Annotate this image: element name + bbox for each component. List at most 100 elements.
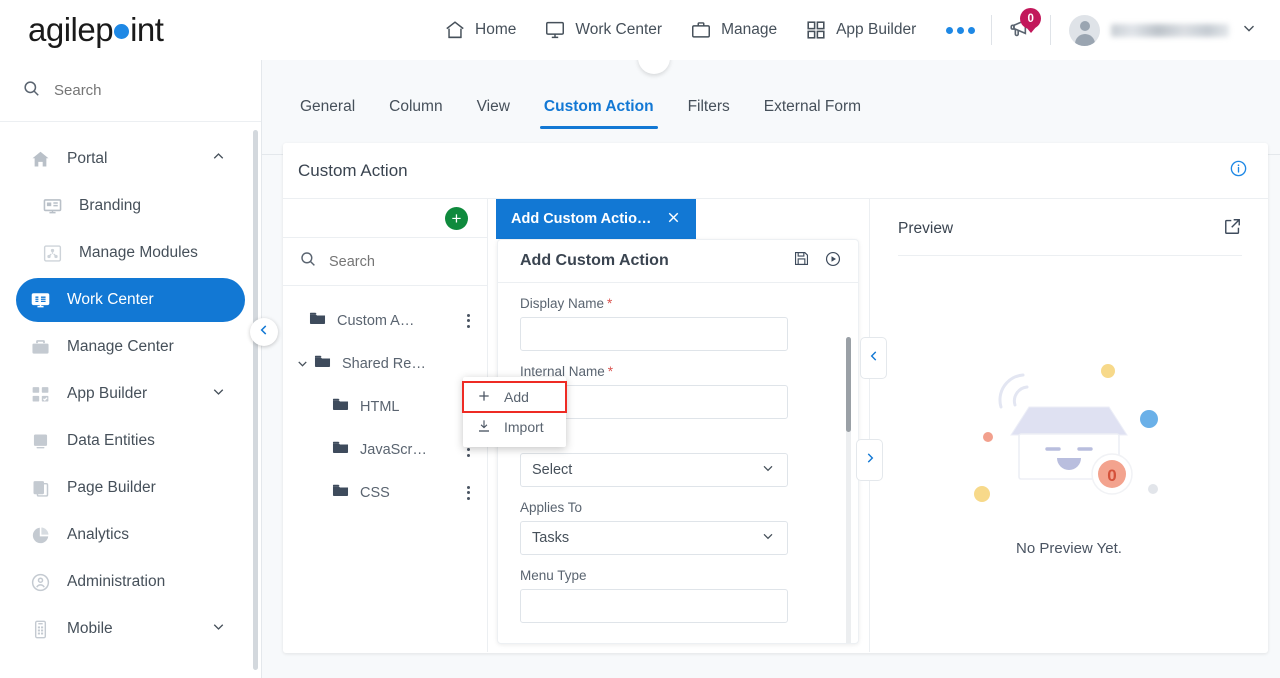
folder-icon [331,438,350,462]
sidebar-item-administration[interactable]: Administration [16,560,245,604]
field-label: Menu Type [520,568,587,583]
tab-general[interactable]: General [283,98,372,129]
notification-badge: 0 [1020,8,1042,33]
form-tab-header[interactable]: Add Custom Actio… [496,199,696,239]
sidebar-item-app-builder[interactable]: App Builder [16,372,245,416]
save-icon[interactable] [793,250,810,273]
menu-type-input[interactable] [520,589,788,623]
tree-search-input[interactable] [329,253,444,270]
chevron-down-icon [760,460,776,480]
tab-column[interactable]: Column [372,98,459,129]
tree-list: Custom A… Shared Re… HTML JavaScr… CSS [283,286,487,514]
collapse-form-pane-button[interactable] [860,337,887,379]
form-title: Add Custom Action [520,252,669,269]
expand-preview-pane-button[interactable] [856,439,883,481]
icon-select-value: Select [532,462,573,478]
entity-icon [30,431,51,452]
sidebar-search-input[interactable] [54,82,214,99]
tree-row-label: Shared Re… [342,355,426,372]
tab-filters[interactable]: Filters [671,98,747,129]
sidebar-item-label: Manage Center [67,338,174,355]
more-menu-button[interactable] [930,0,991,60]
field-icon: Icon Select [520,432,836,487]
tree-row[interactable]: Custom A… [283,299,487,342]
context-menu-import-label: Import [504,419,544,435]
preview-pane: Preview 0 No Preview Yet. [856,199,1268,652]
sidebar-item-branding[interactable]: Branding [16,184,245,228]
sidebar-item-analytics[interactable]: Analytics [16,513,245,557]
workcenter-icon [30,290,51,311]
sidebar-item-label: Branding [79,197,142,214]
tab-external-form[interactable]: External Form [747,98,878,129]
home-icon [444,19,466,41]
sidebar-item-mobile[interactable]: Mobile [16,607,245,651]
chevron-down-icon[interactable] [291,356,313,371]
chevron-down-icon[interactable] [210,383,227,405]
tree-row[interactable]: HTML [283,385,487,428]
sidebar-search[interactable] [0,60,261,122]
field-label: Icon [520,432,836,447]
applies-to-value: Tasks [532,530,570,546]
dot-1-icon [946,26,954,34]
announcements-button[interactable]: 0 [992,0,1050,60]
sidebar-item-manage-center[interactable]: Manage Center [16,325,245,369]
sidebar-item-work-center[interactable]: Work Center [16,278,245,322]
topnav-home[interactable]: Home [430,0,530,60]
icon-select[interactable]: Select [520,453,788,487]
tree-row[interactable]: CSS [283,471,487,514]
add-resource-button[interactable]: + [445,207,468,230]
sidebar-scrollbar[interactable] [253,130,258,670]
sidebar-item-data-entities[interactable]: Data Entities [16,419,245,463]
chevron-down-icon[interactable] [210,618,227,640]
tree-row[interactable]: JavaScr… [283,428,487,471]
tree-row-label: Custom A… [337,312,415,329]
search-icon [299,250,317,273]
kebab-menu-icon[interactable] [459,485,477,500]
top-navigation: Home Work Center Manage App Builder 0 [430,0,1272,60]
grid-icon [805,19,827,41]
sidebar-item-portal[interactable]: Portal [16,137,245,181]
plus-icon [476,388,492,407]
info-icon[interactable] [1229,159,1248,183]
form-scrollbar[interactable] [846,337,851,643]
applies-to-select[interactable]: Tasks [520,521,788,555]
topnav-app-builder[interactable]: App Builder [791,0,930,60]
topnav-work-center[interactable]: Work Center [530,0,676,60]
tree-row[interactable]: Shared Re… [283,342,487,385]
sidebar-collapse-button[interactable] [250,318,278,346]
sidebar-item-label: Data Entities [67,432,155,449]
agilepoint-logo[interactable]: agilep int [28,11,164,48]
branding-icon [42,196,63,217]
field-applies-to: Applies To Tasks [520,500,836,555]
form-scrollbar-thumb[interactable] [846,337,851,432]
required-marker: * [607,296,613,311]
top-header: agilep int Home Work Center Manage App Bu… [0,0,1280,60]
open-external-icon[interactable] [1223,217,1242,241]
preview-empty-state: 0 No Preview Yet. [870,349,1268,557]
form-tab-title: Add Custom Actio… [511,211,652,227]
topnav-manage[interactable]: Manage [676,0,791,60]
user-menu[interactable] [1051,0,1272,60]
tab-view[interactable]: View [460,98,527,129]
topnav-manage-label: Manage [721,21,778,38]
kebab-menu-icon[interactable] [459,313,477,328]
custom-action-card: Custom Action + Search Custom A… Shared … [283,143,1268,653]
tabs: General Column View Custom Action Filter… [262,98,878,129]
logo-text-left: agilep [28,11,114,48]
sidebar-item-page-builder[interactable]: Page Builder [16,466,245,510]
user-name-label [1111,23,1230,37]
tree-row-label: CSS [360,484,390,501]
run-icon[interactable] [824,250,842,273]
field-label: Internal Name * [520,364,614,379]
close-icon[interactable] [665,209,682,230]
sidebar-item-manage-modules[interactable]: Manage Modules [16,231,245,275]
tree-search[interactable] [283,237,487,286]
context-menu-import[interactable]: Import [463,412,566,442]
tab-custom-action[interactable]: Custom Action [527,98,671,129]
download-icon [476,418,492,437]
form-actions [793,250,842,273]
display-name-input[interactable] [520,317,788,351]
sidebar-item-label: Administration [67,573,166,590]
chevron-up-icon[interactable] [210,148,227,170]
context-menu-add[interactable]: Add [462,381,567,413]
